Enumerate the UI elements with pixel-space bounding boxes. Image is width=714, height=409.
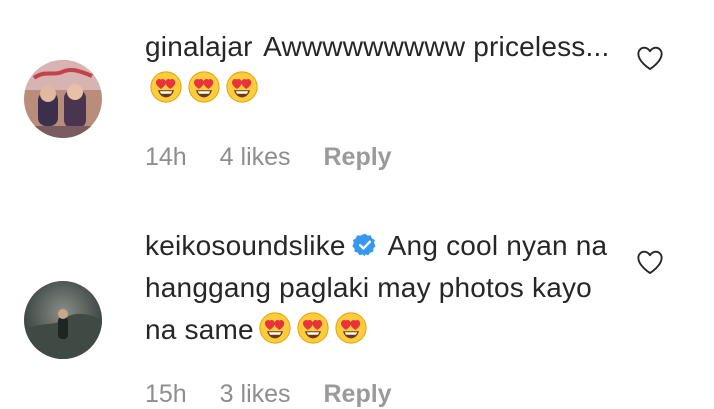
- comment-body: ginalajar Awwwwwwwww priceless...: [145, 26, 615, 110]
- avatar[interactable]: [24, 281, 102, 359]
- avatar-image: [24, 281, 102, 359]
- avatar-image: [24, 60, 102, 138]
- comment-timestamp[interactable]: 14h: [145, 143, 187, 171]
- heart-eyes-emoji-icon: [149, 70, 183, 104]
- comment-body: keikosoundslike Ang cool nyan na hanggang…: [145, 225, 615, 351]
- comment-username[interactable]: keikosoundslike: [145, 230, 346, 261]
- like-heart-icon[interactable]: [636, 249, 664, 275]
- comment-username[interactable]: ginalajar: [145, 31, 253, 62]
- comment-meta: 15h 3 likes Reply: [145, 380, 418, 409]
- heart-eyes-emoji-icon: [225, 70, 259, 104]
- comment-timestamp[interactable]: 15h: [145, 380, 187, 408]
- comment-likes-count[interactable]: 3 likes: [220, 380, 291, 408]
- heart-eyes-emoji-icon: [187, 70, 221, 104]
- heart-eyes-emoji-icon: [258, 311, 292, 345]
- heart-eyes-emoji-icon: [334, 311, 368, 345]
- heart-eyes-emoji-icon: [296, 311, 330, 345]
- reply-button[interactable]: Reply: [324, 143, 392, 171]
- comment-meta: 14h 4 likes Reply: [145, 143, 418, 172]
- comment-text: Awwwwwwwww priceless...: [263, 31, 610, 62]
- avatar[interactable]: [24, 60, 102, 138]
- reply-button[interactable]: Reply: [324, 380, 392, 408]
- verified-badge-icon: [351, 233, 376, 257]
- like-heart-icon[interactable]: [636, 45, 664, 71]
- comment-likes-count[interactable]: 4 likes: [220, 143, 291, 171]
